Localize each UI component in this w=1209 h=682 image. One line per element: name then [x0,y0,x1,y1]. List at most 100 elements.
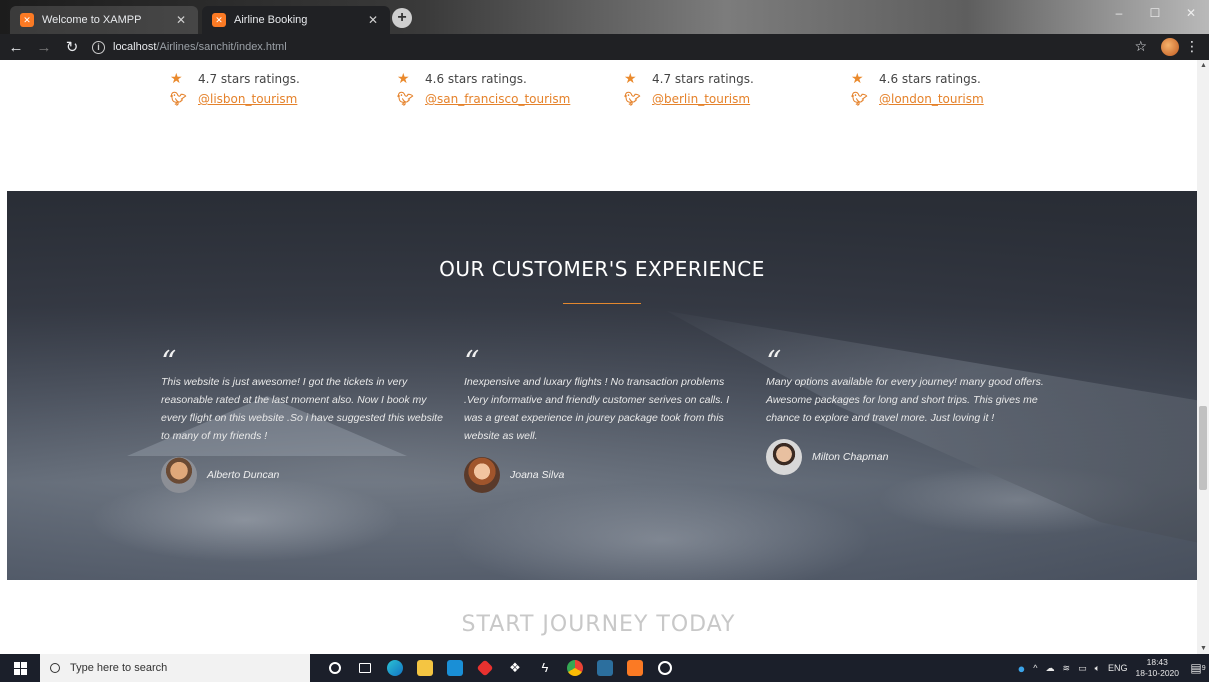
pinned-apps: ❖ ϟ [320,654,680,682]
twitter-icon: 🐦︎ [624,91,641,107]
stat-column-berlin: ★ 4.7 stars ratings. 🐦︎ @berlin_tourism [624,60,754,109]
tab-title: Airline Booking [234,14,308,26]
xampp-icon: ✕ [212,13,226,27]
tab-welcome-xampp[interactable]: ✕ Welcome to XAMPP ✕ [10,6,198,34]
close-window-icon[interactable]: ✕ [1173,0,1209,26]
testimonial-text: Inexpensive and luxary flights ! No tran… [464,376,730,442]
system-tray: ● ^ ☁ ≋ ▭ 🔈︎ ENG 18:43 18-10-2020 ▤ 9 [1017,654,1209,682]
clock-time: 18:43 [1146,657,1168,667]
stat-column-london: ★ 4.6 stars ratings. 🐦︎ @london_tourism [851,60,984,109]
address-bar[interactable]: i localhost/Airlines/sanchit/index.html [92,37,1132,57]
twitter-handle-link[interactable]: @berlin_tourism [652,92,750,106]
window-controls: – ☐ ✕ [1101,0,1209,26]
rating-line: ★ 4.6 stars ratings. [397,69,570,89]
network-icon[interactable]: ☁ [1046,663,1055,674]
xampp-icon[interactable] [620,654,650,682]
notification-count: 9 [1201,664,1206,672]
windows-start-icon[interactable] [0,654,40,682]
testimonial-text: Many options available for every journey… [766,376,1044,424]
wifi-icon[interactable]: ≋ [1063,663,1071,674]
twitter-icon: 🐦︎ [170,91,187,107]
star-icon: ★ [624,71,637,87]
author-name: Alberto Duncan [207,469,280,481]
help-icon[interactable]: ● [1017,661,1025,676]
minimize-icon[interactable]: – [1101,0,1137,26]
section-title: OUR CUSTOMER'S EXPERIENCE [439,257,765,281]
search-icon [50,663,60,673]
testimonial-author: Joana Silva [464,457,746,493]
notification-center-icon[interactable]: ▤ 9 [1187,654,1209,682]
chevron-up-icon[interactable]: ^ [1033,663,1037,673]
scroll-down-arrow-icon[interactable]: ▼ [1200,645,1207,652]
title-divider [563,303,641,304]
close-icon[interactable]: ✕ [366,13,380,27]
scrollbar-thumb[interactable] [1199,406,1207,490]
quote-icon: “ [161,345,177,380]
browser-toolbar: ← → ↻ i localhost/Airlines/sanchit/index… [0,34,1209,60]
file-explorer-icon[interactable] [410,654,440,682]
twitter-icon: 🐦︎ [397,91,414,107]
twitter-line: 🐦︎ @lisbon_tourism [170,89,300,109]
dropbox-icon[interactable]: ❖ [500,654,530,682]
star-icon: ★ [397,71,410,87]
destination-stats-row: ★ 4.7 stars ratings. 🐦︎ @lisbon_tourism … [0,60,1197,190]
cortana-icon[interactable] [320,654,350,682]
quote-icon: “ [464,345,480,380]
star-icon: ★ [851,71,864,87]
battery-icon[interactable]: ▭ [1078,663,1087,674]
scroll-up-arrow-icon[interactable]: ▲ [1200,62,1207,69]
mail-icon[interactable] [440,654,470,682]
browser-tab-bar: ✕ Welcome to XAMPP ✕ ✕ Airline Booking ✕… [0,0,1209,34]
menu-kebab-icon[interactable]: ⋮ [1185,38,1199,55]
close-icon[interactable]: ✕ [174,13,188,27]
reload-icon[interactable]: ↻ [60,38,84,56]
testimonial-author: Alberto Duncan [161,457,443,493]
rating-text: 4.6 stars ratings. [425,72,527,86]
photos-icon[interactable] [650,654,680,682]
edge-icon[interactable] [380,654,410,682]
clock[interactable]: 18:43 18-10-2020 [1136,657,1179,679]
customer-experience-section: OUR CUSTOMER'S EXPERIENCE “ This website… [7,191,1197,580]
volume-icon[interactable]: 🔈︎ [1095,663,1100,674]
app-red-icon[interactable] [470,654,500,682]
xampp-icon: ✕ [20,13,34,27]
tab-airline-booking[interactable]: ✕ Airline Booking ✕ [202,6,390,34]
testimonial-card: “ Many options available for every journ… [766,345,1048,475]
profile-avatar-icon[interactable] [1161,38,1179,56]
rating-line: ★ 4.7 stars ratings. [170,69,300,89]
back-arrow-icon[interactable]: ← [4,39,28,56]
info-icon[interactable]: i [92,40,105,54]
avatar [161,457,197,493]
twitter-line: 🐦︎ @san_francisco_tourism [397,89,570,109]
twitter-line: 🐦︎ @london_tourism [851,89,984,109]
rating-text: 4.7 stars ratings. [198,72,300,86]
task-view-icon[interactable] [350,654,380,682]
language-indicator[interactable]: ENG [1108,663,1128,673]
start-journey-heading: START JOURNEY TODAY [461,612,736,637]
quote-icon: “ [766,345,782,380]
app-blue-icon[interactable] [590,654,620,682]
clock-date: 18-10-2020 [1135,668,1179,678]
page-viewport: ★ 4.7 stars ratings. 🐦︎ @lisbon_tourism … [0,60,1197,654]
author-name: Milton Chapman [812,451,889,463]
rating-text: 4.6 stars ratings. [879,72,981,86]
rating-line: ★ 4.7 stars ratings. [624,69,754,89]
page-scrollbar[interactable]: ▲ ▼ [1197,60,1209,654]
twitter-handle-link[interactable]: @london_tourism [879,92,984,106]
new-tab-button[interactable]: + [392,8,412,28]
url-text: localhost/Airlines/sanchit/index.html [113,41,287,53]
twitter-handle-link[interactable]: @lisbon_tourism [198,92,297,106]
taskbar-search-box[interactable]: Type here to search [40,654,310,682]
bookmark-star-icon[interactable]: ☆ [1134,38,1147,55]
chrome-icon[interactable] [560,654,590,682]
rating-text: 4.7 stars ratings. [652,72,754,86]
maximize-icon[interactable]: ☐ [1137,0,1173,26]
lightning-icon[interactable]: ϟ [530,654,560,682]
twitter-line: 🐦︎ @berlin_tourism [624,89,754,109]
testimonial-text: This website is just awesome! I got the … [161,376,443,442]
forward-arrow-icon[interactable]: → [32,39,56,56]
stat-column-lisbon: ★ 4.7 stars ratings. 🐦︎ @lisbon_tourism [170,60,300,109]
twitter-handle-link[interactable]: @san_francisco_tourism [425,92,570,106]
author-name: Joana Silva [510,469,565,481]
tab-title: Welcome to XAMPP [42,14,142,26]
